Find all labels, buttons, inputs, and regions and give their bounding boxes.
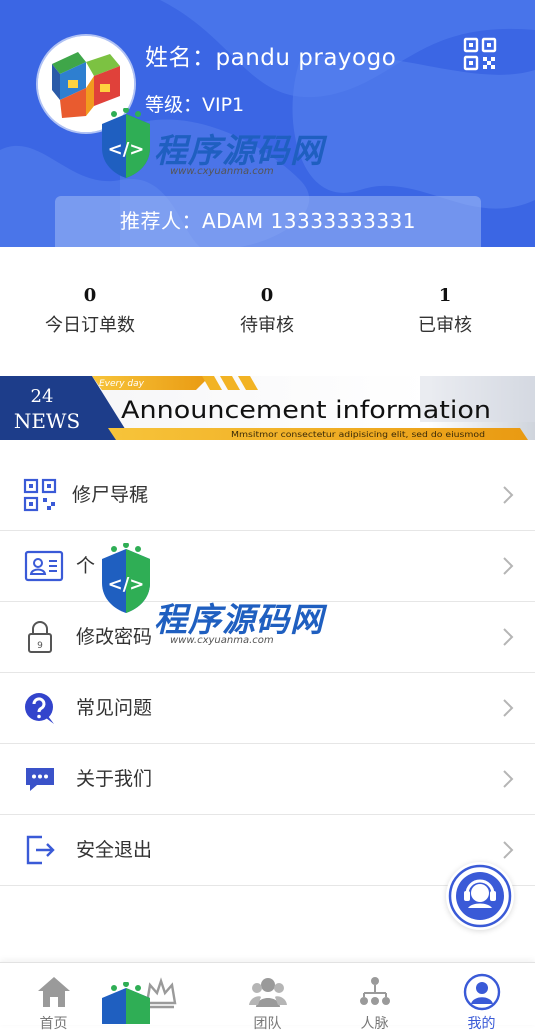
tab-mine[interactable]: 我的 (428, 963, 535, 1032)
stat-approved[interactable]: 1 已审核 (356, 285, 534, 337)
id-card-icon (24, 550, 64, 582)
stat-label: 已审核 (418, 315, 472, 336)
tab-network[interactable]: 人脉 (321, 963, 428, 1032)
qr-code-button[interactable] (462, 36, 498, 72)
team-icon (249, 978, 287, 1007)
menu-item-label: 常见问题 (76, 697, 153, 719)
user-icon (463, 973, 501, 1011)
qr-code-icon (463, 37, 497, 71)
qr-code-icon (23, 478, 57, 512)
menu-item-faq[interactable]: 常见问题 (0, 673, 535, 744)
banner-badge-word: NEWS (14, 409, 80, 433)
menu-item-label: 修尸导䅏 (72, 484, 149, 506)
stat-pending[interactable]: 0 待审核 (178, 285, 356, 337)
network-icon (360, 977, 390, 1005)
chevron-right-icon (503, 770, 514, 788)
chat-icon (26, 768, 54, 791)
announcement-banner-graphic: 24 NEWS Every day Announcement informati… (0, 376, 535, 440)
announcement-banner[interactable]: 24 NEWS Every day Announcement informati… (0, 376, 535, 440)
profile-header: 姓名：pandu prayogo 等级：VIP1 推荐人：ADAM 133333… (0, 0, 535, 247)
user-name: 姓名：pandu prayogo (145, 45, 397, 71)
logout-icon (26, 835, 55, 865)
headset-icon (448, 864, 512, 928)
stat-value: 0 (83, 285, 97, 306)
stat-today-orders[interactable]: 0 今日订单数 (1, 285, 179, 337)
tab-label: 人脉 (360, 1016, 389, 1032)
banner-badge-number: 24 (31, 386, 54, 407)
stat-value: 1 (438, 285, 452, 306)
tab-vip[interactable] (107, 963, 214, 1025)
order-stats: 0 今日订单数 0 待审核 1 已审核 (0, 247, 535, 367)
menu-item-label: 修改密码 (76, 626, 153, 648)
chevron-right-icon (503, 557, 514, 575)
menu-item-label: 关于我们 (76, 768, 153, 790)
menu-item-qr-code[interactable]: 修尸导䅏 (0, 460, 535, 531)
tab-team[interactable]: 团队 (214, 963, 321, 1032)
crown-icon (145, 977, 177, 1009)
chevron-right-icon (503, 628, 514, 646)
tab-label: 团队 (253, 1016, 282, 1032)
bottom-tab-bar: 首页 团队 人脉 我的 (0, 962, 535, 1032)
banner-subtitle: Mmsitmor consectetur adipisicing elit, s… (231, 430, 485, 439)
tab-label: 首页 (39, 1016, 68, 1032)
menu-item-about-us[interactable]: 关于我们 (0, 744, 535, 815)
avatar-logo-image (38, 36, 134, 132)
user-level: 等级：VIP1 (145, 94, 245, 116)
customer-service-button[interactable] (446, 862, 514, 930)
settings-menu: 修尸导䅏 个 9 修改密码 常见问题 关于我们 安全退出 (0, 460, 535, 886)
tab-label: 我的 (467, 1016, 496, 1032)
menu-item-label: 安全退出 (76, 839, 153, 861)
banner-title: Announcement information (121, 396, 491, 424)
chevron-right-icon (503, 699, 514, 717)
stat-label: 待审核 (240, 315, 294, 336)
menu-item-change-password[interactable]: 9 修改密码 (0, 602, 535, 673)
stat-label: 今日订单数 (45, 315, 135, 336)
referrer-info: 推荐人：ADAM 13333333331 (55, 196, 481, 247)
home-icon (38, 977, 70, 1007)
menu-item-profile[interactable]: 个 (0, 531, 535, 602)
banner-tag: Every day (99, 379, 145, 389)
chevron-right-icon (503, 486, 514, 504)
chevron-right-icon (503, 841, 514, 859)
svg-text:9: 9 (37, 641, 43, 651)
tab-home[interactable]: 首页 (0, 963, 107, 1032)
avatar[interactable] (38, 36, 134, 132)
lock-icon: 9 (28, 621, 52, 653)
menu-item-label: 个 (76, 555, 96, 577)
question-icon (25, 693, 54, 724)
stat-value: 0 (260, 285, 274, 306)
